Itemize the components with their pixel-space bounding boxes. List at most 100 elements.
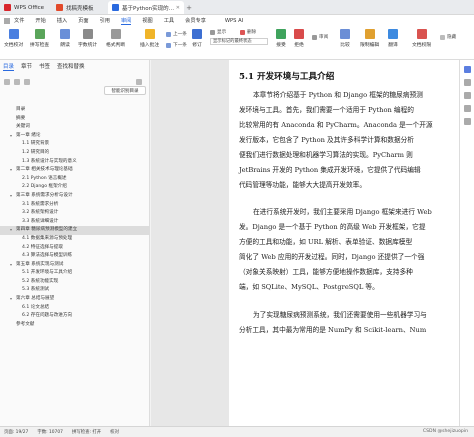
text-line: 发。Django 是一个基于 Python 的高级 Web 开发框架，它提 [239,223,426,231]
document-area[interactable]: 5.1 开发环境与工具介绍 本章节将介绍基于 Python 和 Django 框… [151,60,459,426]
track-changes-button[interactable]: 修订 [192,29,202,48]
show-button[interactable]: 显示 [210,29,226,35]
toc-item[interactable]: 3.2 系统架构设计 [0,209,150,218]
toc-item[interactable]: 3.1 系统需求分析 [0,201,150,210]
tab-document[interactable]: 基于Python实现的糖尿病预测 ✕ [108,1,184,14]
spell-check-status[interactable]: 拼写检查: 打开 [72,429,101,435]
menu-home[interactable]: 开始 [35,17,45,24]
toc-item[interactable]: 6.1 论文总结 [0,304,150,313]
toc-item[interactable]: 1.3 系统设计与实现的意义 [0,158,150,167]
word-count[interactable]: 字数: 10707 [37,429,63,435]
toc-item[interactable]: ▾ 第五章 系统实现与测试 [0,261,150,270]
toc-item[interactable]: 4.2 特征选择与提取 [0,244,150,253]
toc-item[interactable]: ▾ 第二章 相关技术与理论基础 [0,166,150,175]
toc-item[interactable]: 4.3 算法选择与模型训练 [0,252,150,261]
toc-item[interactable]: 2.1 Python 语言概述 [0,175,150,184]
text-line: 端，如 SQLite、MySQL、PostgreSQL 等。 [239,283,379,291]
text-line: 发行版本，它包含了 Python 及其许多科学计算和数据分析 [239,136,414,144]
toc-item[interactable]: 5.2 系统功能实现 [0,278,150,287]
compare-button[interactable]: 比较 [340,29,350,48]
toc-item[interactable]: 目录 [0,106,150,115]
chevron-down-icon[interactable]: ▾ [10,226,12,235]
comment-pane-icon[interactable] [463,105,471,112]
toc-item-label: 摘要 [16,115,26,121]
text-line: 在进行系统开发时，我们主要采用 Django 框架来进行 Web [253,208,432,216]
toc-item[interactable]: 4.1 数据集来源与预处理 [0,235,150,244]
proofread-status[interactable]: 校对 [110,429,119,435]
read-aloud-button[interactable]: 朗读 [60,29,70,48]
menu-tools[interactable]: 工具 [164,17,174,24]
toc-item[interactable]: 5.1 开发环境与工具介绍 [0,269,150,278]
translate-button[interactable]: 翻译 [388,29,398,48]
chevron-down-icon[interactable]: ▾ [10,192,12,201]
toc-item[interactable]: ▾ 第一章 绪论 [0,132,150,141]
menu-member[interactable]: 会员专享 [185,17,206,24]
review-pane-button[interactable]: 审阅 [312,34,328,40]
reject-button[interactable]: 拒绝 [294,29,304,48]
expand-all-icon[interactable] [4,79,10,85]
toc-item[interactable]: ▾ 第四章 糖尿病预测模型的建立 [0,226,150,235]
toc-item[interactable]: 1.2 研究目的 [0,149,150,158]
close-pane-icon[interactable] [136,79,142,85]
nav-tab-bookmarks[interactable]: 书签 [39,62,50,70]
menu-page[interactable]: 页面 [78,17,88,24]
toc-item[interactable]: 摘要 [0,115,150,124]
chevron-down-icon[interactable]: ▾ [10,132,12,141]
toc-item-label: 第六章 总结与展望 [16,296,55,302]
tab-template[interactable]: 找稿壳模板 [52,1,108,14]
proofread-button[interactable]: 文档校对 [4,29,23,48]
track-changes-icon [192,29,202,39]
nav-tab-find-replace[interactable]: 查找和替换 [57,62,85,70]
toc-item[interactable]: 3.3 系统详细设计 [0,218,150,227]
next-comment-button[interactable]: 下一条 [166,42,187,48]
markup-mode-select[interactable]: 显示标记的最终状态 [210,38,268,45]
menu-references[interactable]: 引用 [100,17,110,24]
restrict-edit-button[interactable]: 限制编辑 [360,29,379,48]
spellcheck-button[interactable]: 拼写检查 [30,29,49,48]
toc-item-label: 参考文献 [16,321,35,327]
chevron-down-icon[interactable]: ▾ [10,295,12,304]
toc-item[interactable]: 关键词 [0,123,150,132]
chevron-down-icon[interactable]: ▾ [10,166,12,175]
nav-tab-chapters[interactable]: 章节 [21,62,32,70]
page-indicator[interactable]: 页面: 19/27 [4,429,28,435]
format-check-button[interactable]: 格式判断 [106,29,125,48]
toc-item[interactable]: 1.1 研究背景 [0,140,150,149]
menu-insert[interactable]: 插入 [57,17,67,24]
right-rail [459,60,474,426]
insert-comment-button[interactable]: 插入批注 [140,29,159,48]
toc-item[interactable]: 6.2 存在问题与改进方向 [0,312,150,321]
settings-icon[interactable] [24,79,30,85]
menu-review[interactable]: 审阅 [120,17,132,25]
menu-view[interactable]: 视图 [142,17,152,24]
hamburger-icon[interactable] [4,18,10,24]
nav-tab-toc[interactable]: 目录 [3,62,15,71]
toc-item[interactable]: 5.3 系统测试 [0,286,150,295]
smart-toc-button[interactable]: 智能识别目录 [104,86,146,95]
menu-wps-ai[interactable]: WPS AI [225,18,243,24]
collapse-all-icon[interactable] [14,79,20,85]
chevron-down-icon[interactable]: ▾ [10,261,12,270]
share-icon[interactable] [463,118,471,125]
toc-item[interactable]: ▾ 第六章 总结与展望 [0,295,150,304]
hide-ribbon-button[interactable]: 隐藏 [440,34,456,40]
comment-icon [144,29,155,39]
toc-item[interactable]: ▾ 第三章 系统需求分析与设计 [0,192,150,201]
accept-button[interactable]: 接受 [276,29,286,48]
new-tab-button[interactable]: + [184,1,194,14]
navigation-pane: 目录 章节 书签 查找和替换 智能识别目录 目录 摘要 关键词 ▾ 第一章 绪论 1.1 … [0,60,150,426]
document-page[interactable]: 5.1 开发环境与工具介绍 本章节将介绍基于 Python 和 Django 框… [229,60,459,426]
toc-item[interactable]: 2.2 Django 框架介绍 [0,183,150,192]
tab-wps-office[interactable]: WPS Office [0,1,52,14]
toc-item-label: 4.1 数据集来源与预处理 [22,235,73,241]
properties-icon[interactable] [463,92,471,99]
word-count-button[interactable]: 字数统计 [78,29,97,48]
delete-button[interactable]: 删除 [240,29,256,35]
permission-button[interactable]: 文档权限 [412,29,431,48]
menu-file[interactable]: 文件 [14,17,24,24]
prev-comment-button[interactable]: 上一条 [166,31,187,37]
toc-item[interactable]: 参考文献 [0,321,150,330]
style-icon[interactable] [463,79,471,86]
ai-assistant-icon[interactable] [463,66,471,73]
close-icon[interactable]: ✕ [176,5,180,11]
